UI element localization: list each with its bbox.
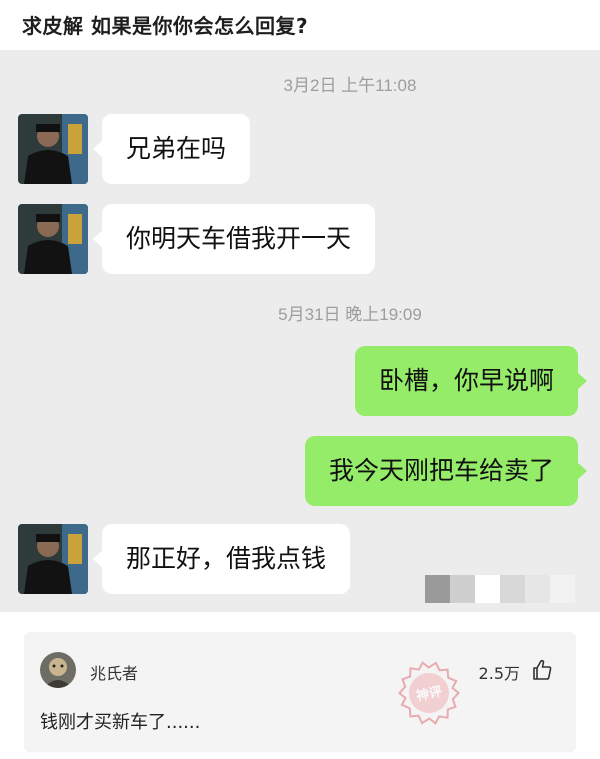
like-count: 2.5万 — [478, 664, 520, 683]
top-comment-stamp: 神评 — [397, 661, 461, 725]
message-bubble-outgoing[interactable]: 卧槽，你早说啊 — [354, 346, 588, 416]
chat-timestamp: 5月31日 晚上19:09 — [278, 305, 422, 324]
thumbs-up-icon[interactable] — [530, 658, 554, 682]
message-bubble-incoming[interactable]: 那正好，借我点钱 — [92, 524, 351, 594]
message-bubble-outgoing[interactable]: 我今天刚把车给卖了 — [304, 436, 588, 506]
comment-username[interactable]: 兆氏者 — [90, 660, 138, 684]
message-bubble-incoming[interactable]: 你明天车借我开一天 — [92, 204, 376, 274]
chat-screenshot: 3月2日 上午11:08 兄弟在吗 你明天车借我开一天 5月31日 晚上19:0… — [0, 50, 600, 612]
friend-avatar[interactable] — [18, 114, 88, 184]
comment-text: 钱刚才买新车了...... — [40, 712, 201, 733]
chat-timestamp: 3月2日 上午11:08 — [283, 76, 417, 95]
post-title: 求皮解 如果是你你会怎么回复? — [22, 14, 309, 38]
friend-avatar[interactable] — [18, 204, 88, 274]
message-bubble-incoming[interactable]: 兄弟在吗 — [92, 114, 251, 184]
top-comment: 兆氏者 神评 2.5万 钱刚才买新车了...... — [24, 632, 576, 752]
mosaic-blur — [425, 575, 575, 603]
user-avatar[interactable] — [40, 652, 76, 688]
friend-avatar[interactable] — [18, 524, 88, 594]
